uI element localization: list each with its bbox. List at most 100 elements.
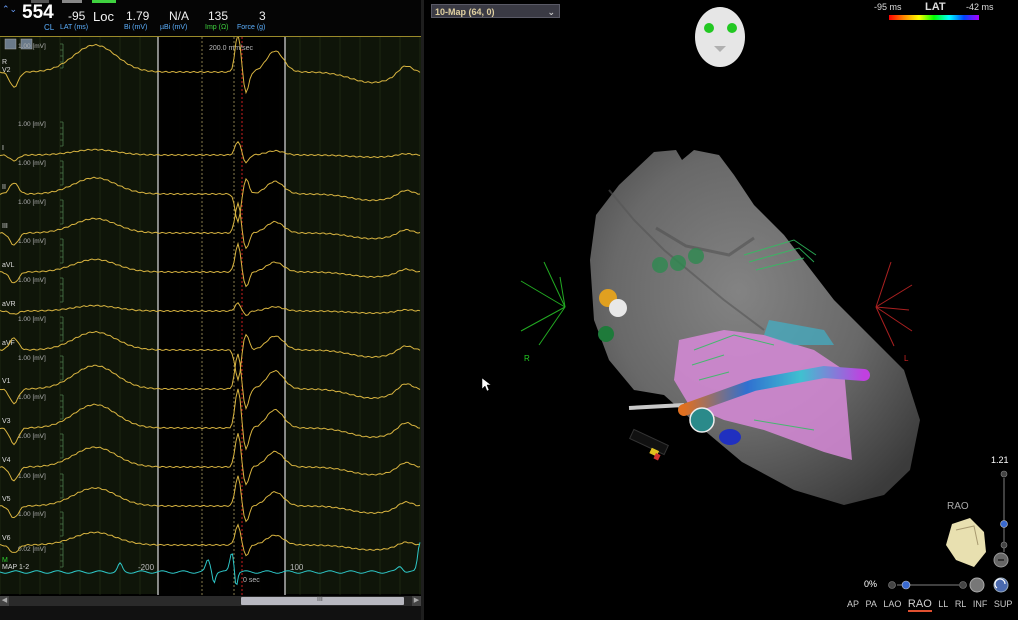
lead-scale-label: 1.00 [mV]: [18, 511, 46, 518]
view-tab-ll[interactable]: LL: [938, 599, 948, 609]
lead-scale-bracket: [60, 199, 64, 225]
micro-bipolar-label: µBi (mV): [160, 24, 188, 31]
micro-bipolar-value: N/A: [169, 9, 190, 23]
header-tab-3[interactable]: [92, 0, 116, 3]
timeline-label-neg200: -200: [138, 563, 155, 572]
lead-scale-bracket: [60, 316, 64, 342]
orientation-axes-left: [520, 261, 566, 346]
catheter-shaft: [628, 403, 685, 410]
cycle-length-value: 554: [22, 2, 54, 23]
lead-scale-bracket: [60, 277, 64, 303]
face-orientation-icon[interactable]: [695, 7, 745, 67]
lead-scale-bracket: [60, 355, 64, 381]
ecg-footer: [0, 606, 421, 620]
cycle-length-label: CL: [44, 23, 55, 32]
lead-scale-label: 1.00 [mV]: [18, 316, 46, 323]
cl-adjust-icon[interactable]: ⌃⌄: [2, 5, 17, 14]
lead-scale-bracket: [60, 511, 64, 537]
view-tab-inf[interactable]: INF: [973, 599, 988, 609]
force-label: Force (g): [237, 24, 266, 31]
lead-scale-bracket: [60, 394, 64, 420]
lead-scale-label: 1.00 [mV]: [18, 473, 46, 480]
timeline-label-zero: 0 sec: [243, 577, 260, 584]
impedance-value: 135: [208, 9, 229, 23]
lead-scale-bracket: [60, 238, 64, 264]
bipolar-value: 1.79: [126, 9, 150, 23]
force-value: 3: [259, 9, 266, 23]
orientation-right-marker: R: [524, 354, 530, 363]
catheter-handle-icon[interactable]: [629, 428, 669, 461]
lead-scale-label: 1.00 [mV]: [18, 277, 46, 284]
cursor-pointer-icon: [481, 377, 492, 392]
lead-scale-bracket: [60, 542, 64, 568]
current-view-label: RAO: [947, 501, 969, 512]
ecg-horizontal-scrollbar[interactable]: ◀ III ▶: [0, 596, 421, 606]
orientation-axes-right: [875, 261, 913, 347]
lead-scale-bracket: [60, 121, 64, 147]
lead-label-i: I: [2, 145, 4, 152]
map-3d-panel[interactable]: 10-Map (64, 0) ⌄ -95 ms LAT -42 ms R L 1…: [424, 0, 1018, 620]
heart-shell-model[interactable]: [590, 150, 920, 505]
orientation-left-marker: L: [904, 354, 909, 363]
header-tab-2[interactable]: [62, 0, 82, 3]
lead-label-ii: II: [2, 184, 6, 191]
transparency-slider-thumb[interactable]: [901, 580, 911, 590]
lead-scale-bracket: [60, 160, 64, 186]
lead-label-v6: V6: [2, 535, 11, 542]
transparency-percent: 0%: [864, 579, 878, 589]
bipolar-label: Bi (mV): [124, 24, 148, 31]
lead-scale-label: 1.00 [mV]: [18, 355, 46, 362]
view-tab-pa[interactable]: PA: [866, 599, 877, 609]
catheter-electrode[interactable]: [689, 407, 715, 433]
lead-label-avr: aVR: [2, 301, 16, 308]
catheter-blue-marker: [719, 429, 741, 445]
view-tab-rao[interactable]: RAO: [907, 598, 932, 612]
ecg-scroll-thumb[interactable]: III: [241, 596, 404, 605]
heart-thumbnail-icon[interactable]: [946, 518, 986, 567]
timeline-label-100: 100: [290, 563, 304, 572]
top-marker-label: R: [2, 59, 7, 66]
view-tab-lao[interactable]: LAO: [883, 599, 901, 609]
lead-label-map-1-2: MAP 1-2: [2, 564, 29, 571]
lead-scale-label: 1.00 [mV]: [18, 160, 46, 167]
lead-scale-bracket: [60, 473, 64, 499]
lead-scale-bracket: [60, 433, 64, 459]
zoom-out-small-icon[interactable]: [1000, 541, 1008, 549]
zoom-in-small-icon[interactable]: [1000, 470, 1008, 478]
lead-label-v4: V4: [2, 457, 11, 464]
view-tabs: AP PA LAO RAO LL RL INF SUP: [847, 598, 1016, 612]
lead-scale-label: 1.00 [mV]: [18, 433, 46, 440]
map-viewport[interactable]: R L: [424, 0, 1018, 620]
ecg-panel: ⌃⌄ 554 CL -95 LAT (ms) Loc 1.79 Bi (mV) …: [0, 0, 421, 620]
lead-label-v3: V3: [2, 418, 11, 425]
map-scale-label: 0.02 [mV]: [18, 546, 46, 553]
lead-label-v5: V5: [2, 496, 11, 503]
transparency-plus-icon[interactable]: [959, 581, 967, 589]
sweep-speed-label: 200.0 mm/sec: [209, 45, 253, 52]
lead-scale-label: 1.00 [mV]: [18, 43, 46, 50]
lat-label: LAT (ms): [60, 24, 89, 31]
window-of-interest: [158, 37, 285, 595]
lead-label-iii: III: [2, 223, 8, 230]
view-tab-rl[interactable]: RL: [955, 599, 967, 609]
zoom-slider-thumb[interactable]: [1000, 520, 1008, 528]
scroll-right-icon[interactable]: ▶: [412, 596, 421, 606]
measurement-header: ⌃⌄ 554 CL -95 LAT (ms) Loc 1.79 Bi (mV) …: [0, 0, 421, 37]
view-tab-ap[interactable]: AP: [847, 599, 859, 609]
transparency-slider[interactable]: [887, 578, 1017, 592]
lead-label-v1: V1: [2, 378, 11, 385]
impedance-label: Imp (Ω): [205, 24, 229, 31]
lead-scale-label: 1.00 [mV]: [18, 121, 46, 128]
zoom-in-icon[interactable]: [4, 38, 17, 50]
lead-scale-label: 1.00 [mV]: [18, 394, 46, 401]
zoom-value-label: 1.21: [991, 455, 1009, 465]
zoom-vertical-slider[interactable]: [1000, 470, 1008, 562]
lead-label-avl: aVL: [2, 262, 15, 269]
loc-label: Loc: [93, 9, 114, 24]
scroll-left-icon[interactable]: ◀: [0, 596, 9, 606]
lead-scale-label: 1.00 [mV]: [18, 238, 46, 245]
ecg-traces[interactable]: 200.0 mm/sec R V2IIIIIIaVLaVRaVFV1V3V4V5…: [0, 37, 421, 595]
scroll-thumb-grip: III: [317, 596, 323, 603]
transparency-minus-icon[interactable]: [888, 581, 896, 589]
view-tab-sup[interactable]: SUP: [994, 599, 1013, 609]
